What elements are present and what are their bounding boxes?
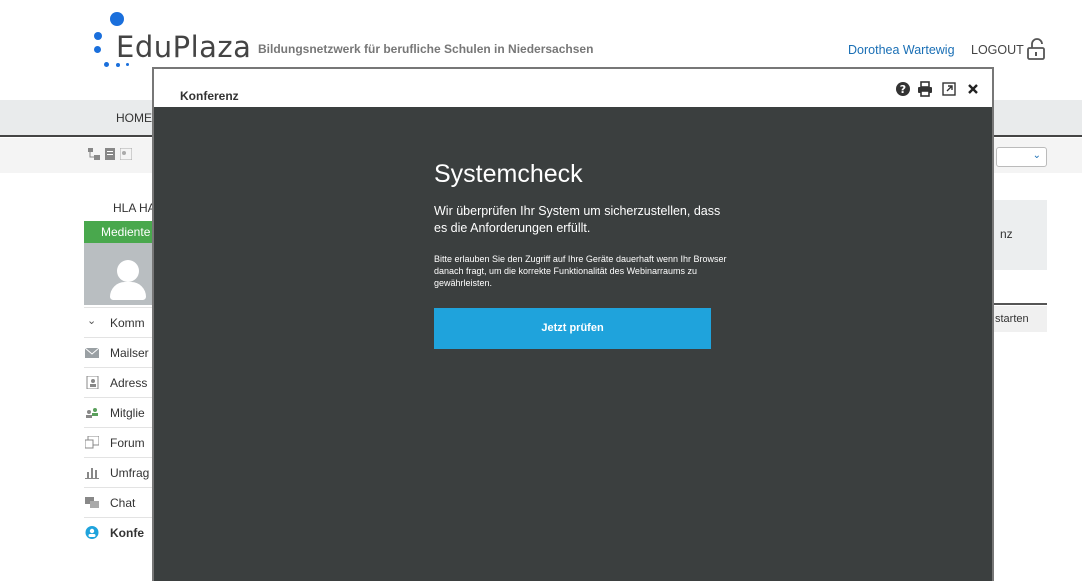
chat-icon	[85, 497, 99, 508]
nav-home[interactable]: HOME	[116, 111, 152, 125]
tree-icon[interactable]	[88, 148, 100, 160]
right-panel-text: nz	[1000, 227, 1013, 241]
group-category-label: Mediente	[101, 225, 151, 239]
right-divider	[994, 303, 1047, 305]
right-info-panel: nz	[994, 200, 1047, 270]
group-category-bar[interactable]: Mediente	[84, 221, 152, 243]
survey-icon	[85, 468, 99, 479]
conference-icon	[85, 526, 99, 539]
sidebar-item-konferenz[interactable]: Konfe	[84, 517, 152, 547]
brand-tagline: Bildungsnetzwerk für berufliche Schulen …	[258, 42, 594, 56]
help-icon[interactable]: ?	[895, 81, 911, 97]
user-profile-link[interactable]: Dorothea Wartewig	[848, 43, 955, 57]
logout-link[interactable]: LOGOUT	[971, 43, 1024, 57]
chevron-down-icon: ⌄	[87, 315, 97, 327]
sidebar-item-umfrage[interactable]: Umfrag	[84, 457, 152, 487]
sidebar-item-forum[interactable]: Forum	[84, 427, 152, 457]
group-label: HLA HA	[113, 201, 156, 215]
modal-title: Konferenz	[180, 89, 239, 103]
start-conference-label: starten	[995, 313, 1029, 325]
popout-icon[interactable]	[941, 81, 957, 97]
chevron-down-icon: ⌄	[1032, 150, 1041, 161]
unlock-icon[interactable]	[1026, 38, 1046, 60]
document-icon[interactable]	[104, 148, 116, 160]
systemcheck-note: Bitte erlauben Sie den Zugriff auf Ihre …	[434, 254, 727, 288]
sidebar-item-chat[interactable]: Chat	[84, 487, 152, 517]
address-book-icon	[86, 376, 99, 389]
members-icon	[86, 408, 98, 418]
avatar-head	[117, 260, 139, 282]
check-now-button[interactable]: Jetzt prüfen	[434, 308, 711, 349]
forum-icon	[85, 436, 99, 449]
sidebar-item-adressbuch[interactable]: Adress	[84, 367, 152, 397]
check-now-label: Jetzt prüfen	[541, 322, 604, 334]
sidebar-item-mailserver[interactable]: Mailser	[84, 337, 152, 367]
print-icon[interactable]	[917, 81, 933, 97]
systemcheck-lead: Wir überprüfen Ihr System um sicherzuste…	[434, 204, 721, 235]
mail-icon	[85, 347, 99, 358]
sidebar-item-mitglieder[interactable]: Mitglie	[84, 397, 152, 427]
avatar-body	[110, 282, 146, 300]
view-select[interactable]: ⌄	[996, 147, 1047, 167]
people-icon[interactable]	[120, 148, 132, 160]
svg-text:?: ?	[900, 83, 906, 96]
brand-name[interactable]: EduPlaza	[116, 30, 251, 64]
systemcheck-heading: Systemcheck	[434, 160, 583, 188]
sidebar-section-kommunikation[interactable]: ⌄ Komm	[84, 307, 152, 337]
start-conference-button[interactable]: starten	[994, 306, 1047, 332]
close-icon[interactable]	[965, 81, 981, 97]
